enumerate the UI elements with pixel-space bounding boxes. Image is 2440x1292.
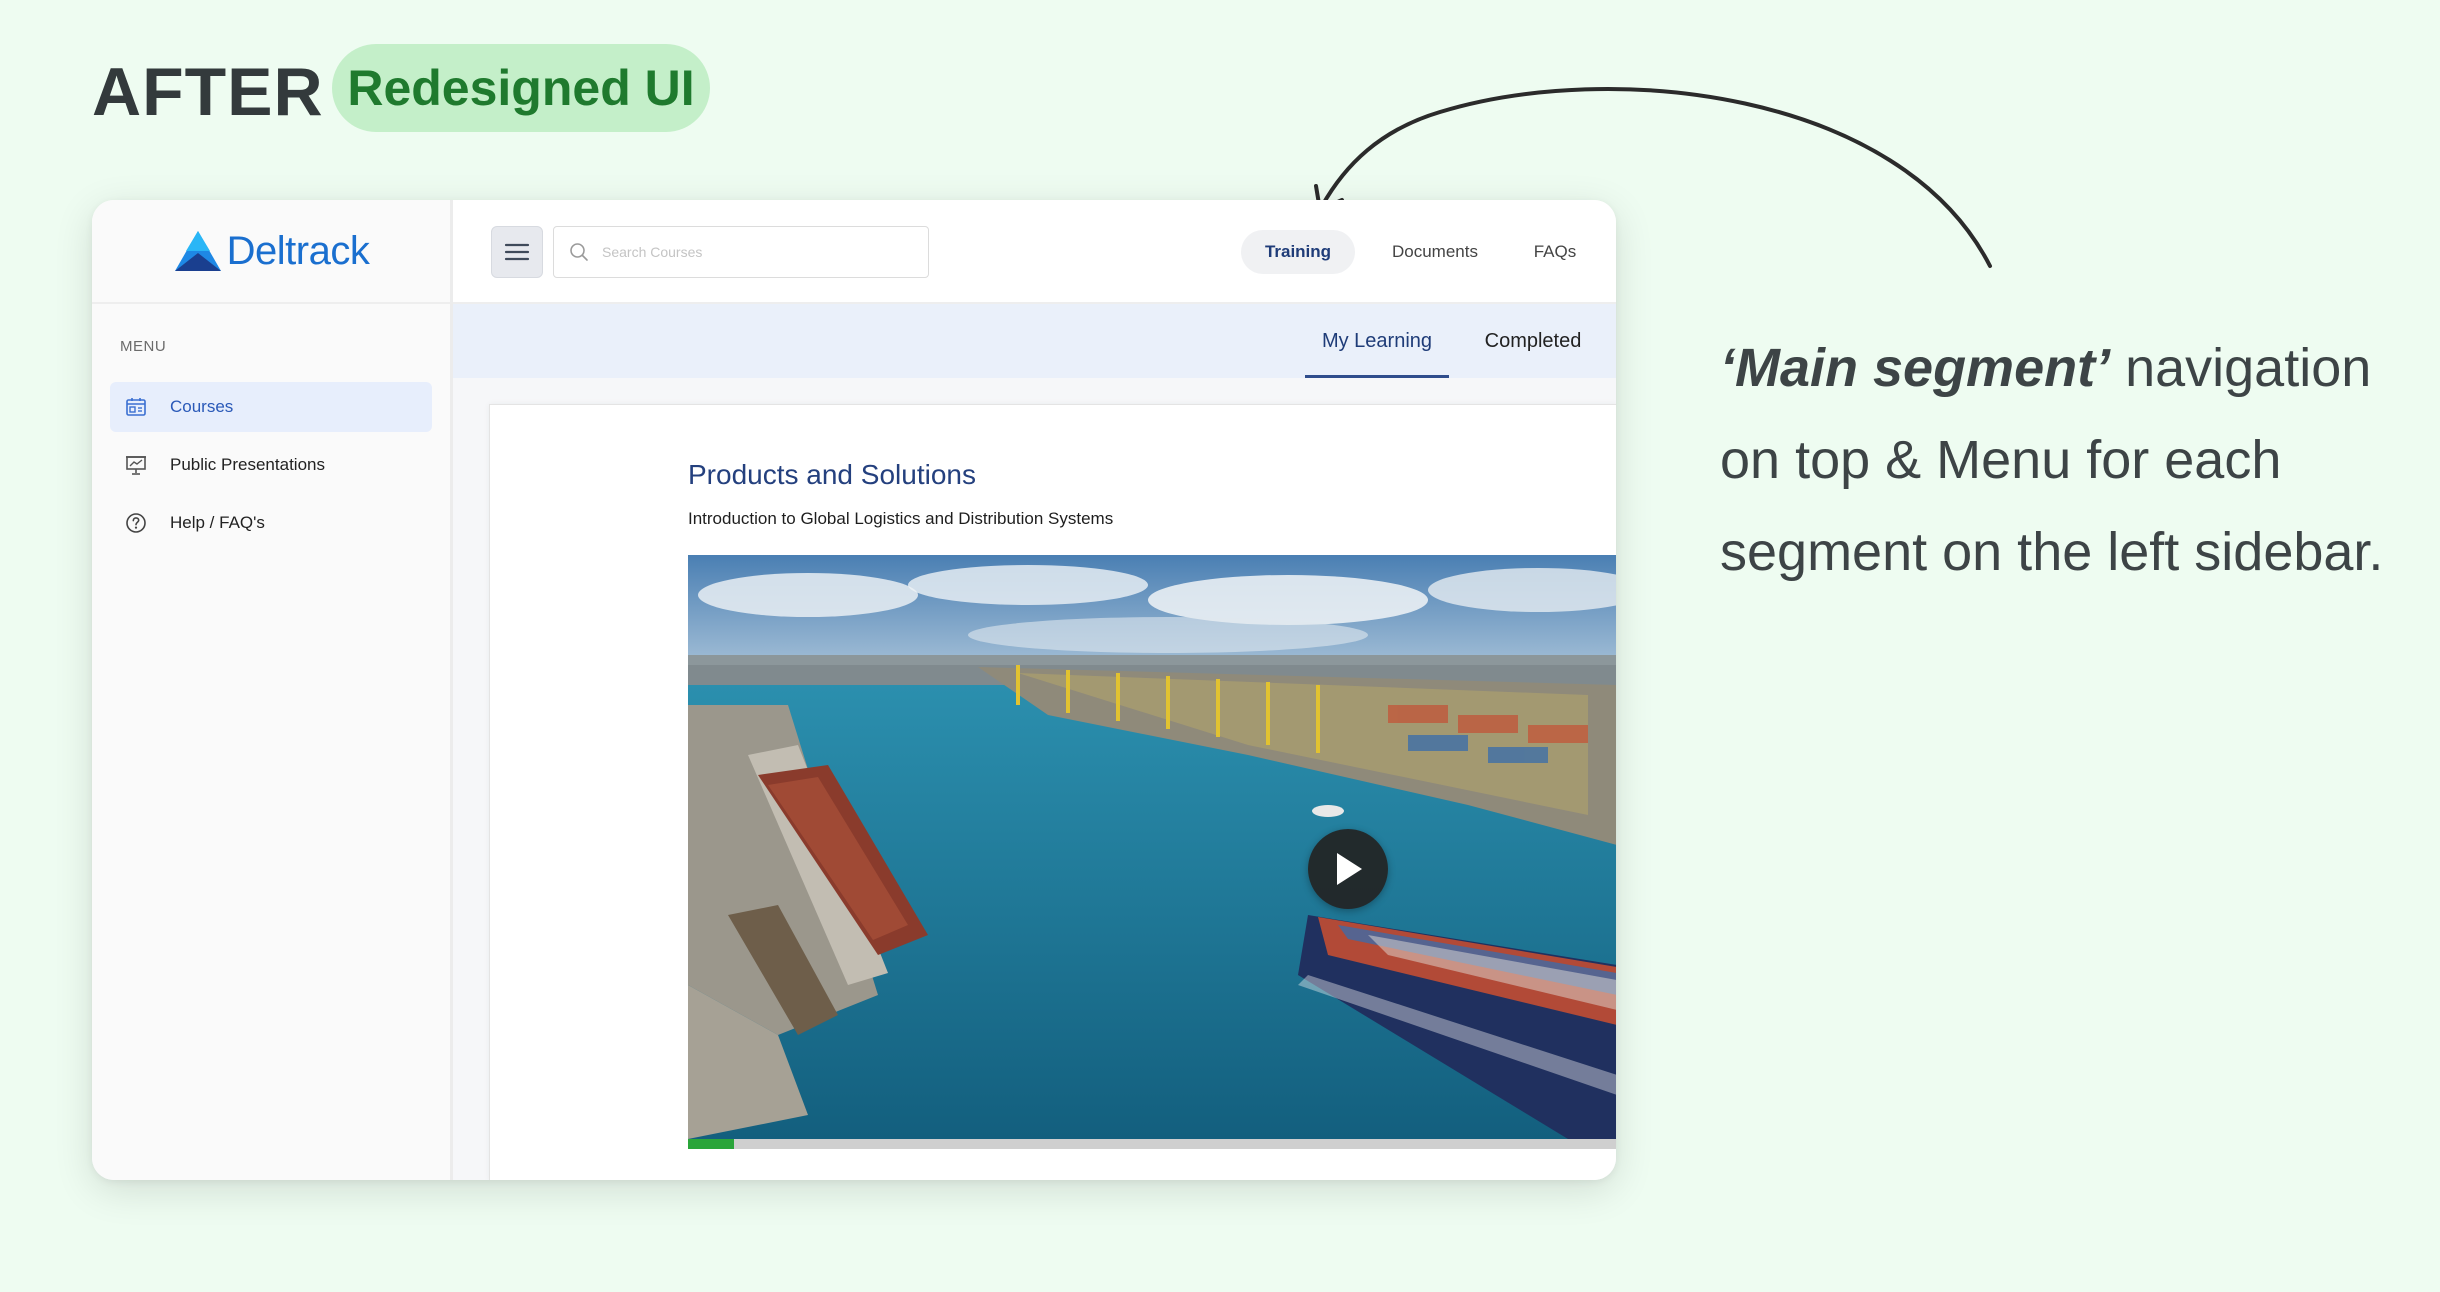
topbar: Training Documents FAQs [453, 200, 1616, 304]
search-box[interactable] [553, 226, 929, 278]
play-button[interactable] [1308, 829, 1388, 909]
course-title: Products and Solutions [688, 459, 976, 490]
sidebar-item-label: Help / FAQ's [170, 513, 265, 532]
sidebar-item-public-presentations[interactable]: Public Presentations [110, 440, 432, 490]
brand-name: Deltrack [226, 228, 370, 273]
sidebar: Deltrack MENU Courses Public Presentatio… [92, 200, 453, 1180]
play-icon [1337, 853, 1362, 885]
sidebar-item-help-faqs[interactable]: Help / FAQ's [110, 498, 432, 548]
menu-heading: MENU [120, 338, 167, 355]
sidebar-item-label: Public Presentations [170, 455, 325, 474]
search-icon [570, 243, 588, 261]
annotation-text: ‘Main segment’ navigation on top & Menu … [1720, 322, 2400, 598]
slide-title: AFTER [92, 54, 324, 130]
port-aerial-video-frame [688, 555, 1616, 1139]
hamburger-icon [504, 243, 530, 261]
video-player[interactable] [688, 555, 1616, 1149]
subtab-completed[interactable]: Completed [1465, 304, 1601, 378]
help-icon [124, 511, 148, 535]
tab-faqs[interactable]: FAQs [1515, 230, 1595, 274]
hamburger-menu-button[interactable] [491, 226, 543, 278]
redesigned-ui-badge: Redesigned UI [332, 44, 710, 132]
subtab-my-learning[interactable]: My Learning [1305, 304, 1449, 378]
segment-subtabs: My Learning Completed [453, 304, 1616, 378]
presentation-icon [124, 453, 148, 477]
annotation-emphasis: ‘Main segment’ [1720, 338, 2111, 398]
courses-icon [124, 395, 148, 419]
app-window: Deltrack MENU Courses Public Presentatio… [92, 200, 1616, 1180]
video-progress-bar[interactable] [688, 1139, 1616, 1149]
video-progress-fill [688, 1139, 735, 1149]
tab-training[interactable]: Training [1241, 230, 1355, 274]
course-card: Products and Solutions Introduction to G… [489, 404, 1616, 1180]
sidebar-item-label: Courses [170, 397, 234, 416]
sidebar-item-courses[interactable]: Courses [110, 382, 432, 432]
brand[interactable]: Deltrack [92, 200, 450, 304]
search-input[interactable] [600, 243, 904, 261]
delta-triangle-logo-icon [174, 231, 221, 271]
content-area: Products and Solutions Introduction to G… [453, 378, 1616, 1180]
tab-documents[interactable]: Documents [1373, 230, 1497, 274]
course-subtitle: Introduction to Global Logistics and Dis… [688, 509, 1114, 528]
